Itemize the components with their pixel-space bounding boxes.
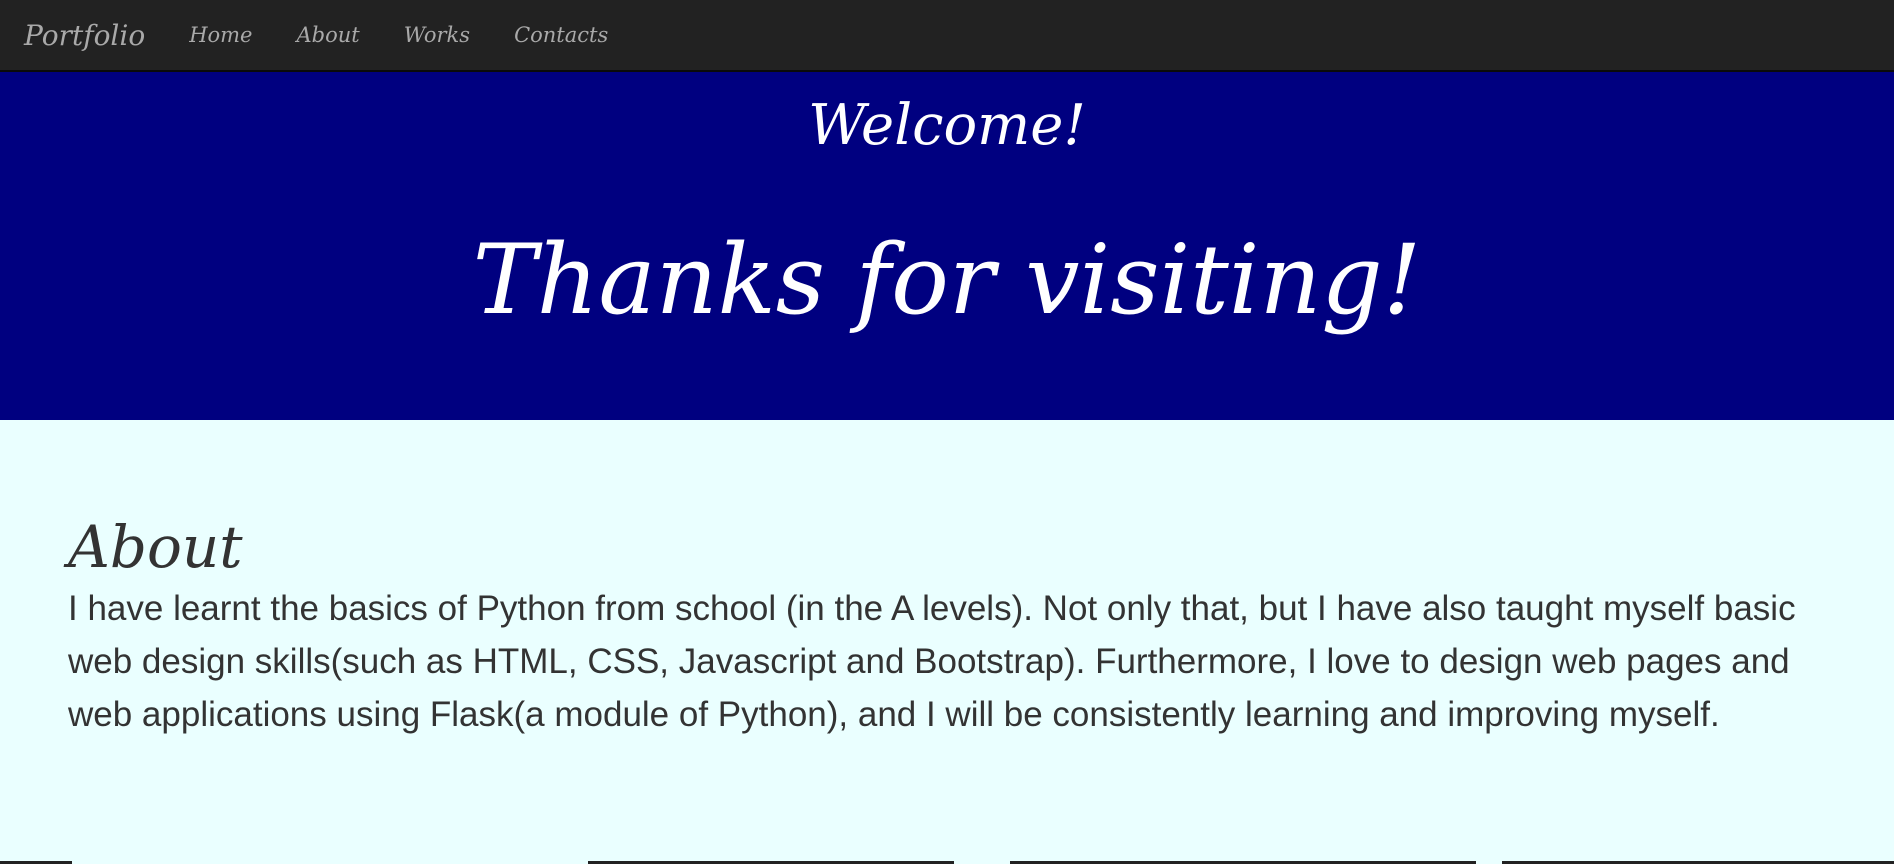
nav-link-about[interactable]: About	[297, 23, 360, 47]
nav-link-home[interactable]: Home	[189, 23, 252, 47]
hero-thanks: Thanks for visiting!	[472, 224, 1422, 336]
about-text: I have learnt the basics of Python from …	[68, 589, 1796, 734]
navbar: Portfolio Home About Works Contacts	[0, 0, 1894, 72]
nav-link-contacts[interactable]: Contacts	[514, 23, 608, 47]
hero-banner: Welcome! Thanks for visiting!	[0, 72, 1894, 420]
nav-links: Home About Works Contacts	[167, 23, 630, 47]
brand-link[interactable]: Portfolio	[24, 19, 145, 52]
hero-welcome: Welcome!	[808, 93, 1086, 158]
nav-link-works[interactable]: Works	[404, 23, 470, 47]
about-heading: About	[68, 513, 243, 581]
about-section: About I have learnt the basics of Python…	[68, 514, 1838, 741]
